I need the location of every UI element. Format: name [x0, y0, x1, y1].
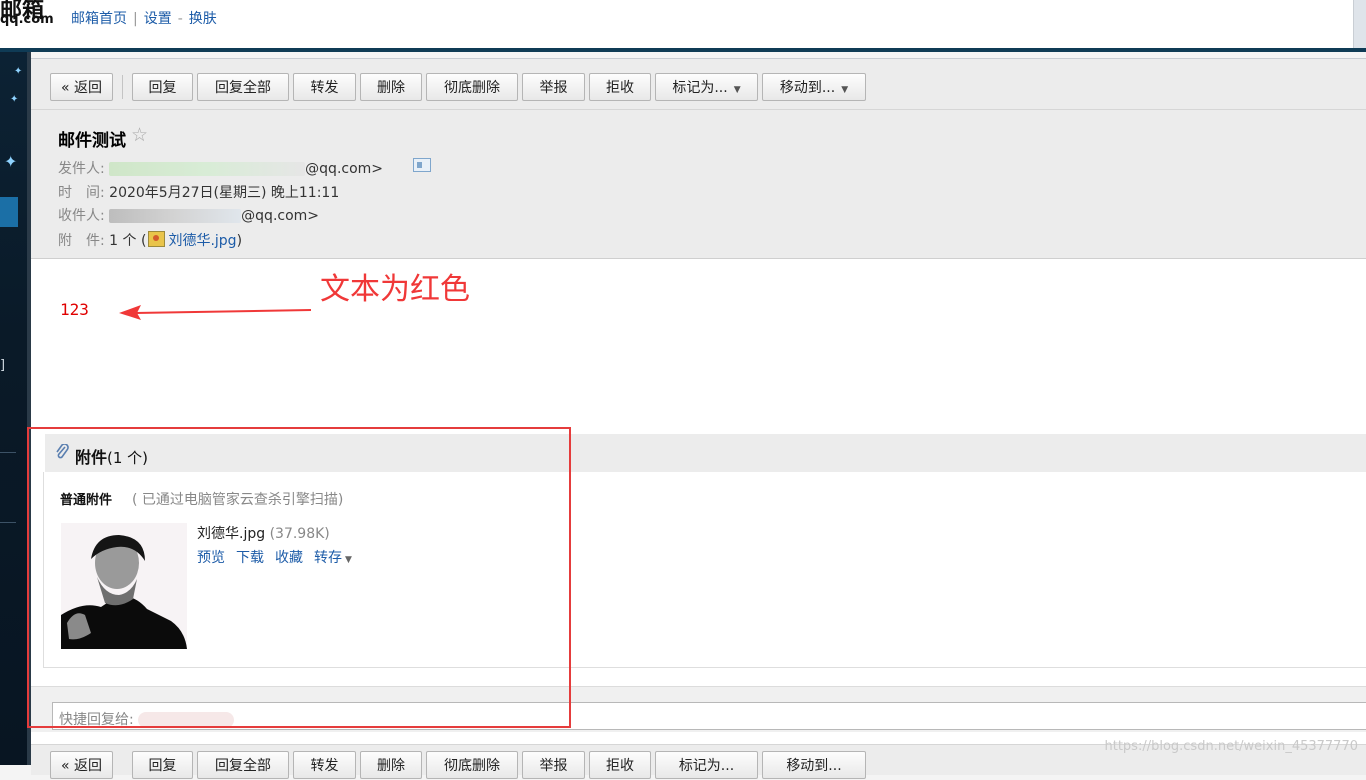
sidebar-divider — [0, 452, 16, 453]
attachment-file: 刘德华.jpg (37.98K) — [197, 523, 330, 543]
preview-link[interactable]: 预览 — [197, 550, 225, 566]
reply-all-button[interactable]: 回复全部 — [197, 73, 289, 101]
header-scrollbar[interactable] — [1353, 0, 1366, 48]
attachment-row: 附 件: 1 个 ( 刘德华.jpg) — [58, 230, 242, 250]
attachment-close-paren: ) — [236, 233, 243, 249]
forward-button[interactable]: 转发 — [293, 73, 356, 101]
report-button[interactable]: 举报 — [522, 73, 585, 101]
back-button[interactable]: « 返回 — [50, 73, 113, 101]
permanent-delete-button[interactable]: 彻底删除 — [426, 751, 518, 779]
reject-button[interactable]: 拒收 — [589, 751, 651, 779]
redacted-recipient — [109, 209, 242, 223]
mark-as-dropdown[interactable]: 标记为... — [655, 751, 758, 779]
forward-button[interactable]: 转发 — [293, 751, 356, 779]
attachments-title-text: 附件 — [75, 448, 108, 467]
mark-as-dropdown[interactable]: 标记为... ▼ — [655, 73, 758, 101]
dropdown-arrow-icon: ▼ — [841, 85, 849, 95]
recipient-row: 收件人: @qq.com> — [58, 205, 319, 225]
sender-label: 发件人: — [58, 161, 105, 177]
attachment-actions: 预览 下载 收藏 转存 ▼ — [197, 547, 363, 567]
portrait-image — [61, 523, 187, 649]
attachment-label: 附 件: — [58, 233, 105, 249]
annotation-label: 文本为红色 — [320, 272, 470, 307]
toolbar-separator — [122, 75, 123, 99]
star-icon[interactable]: ☆ — [131, 124, 148, 146]
favorite-link[interactable]: 收藏 — [275, 550, 303, 566]
recipient-address[interactable]: @qq.com> — [241, 208, 319, 224]
folder-sidebar: ✦ ✦ ✦ ] — [0, 52, 27, 765]
sidebar-divider — [0, 522, 16, 523]
sender-row: 发件人: @qq.com> — [58, 158, 383, 178]
dropdown-arrow-icon: ▼ — [733, 85, 741, 95]
delete-button[interactable]: 删除 — [360, 73, 422, 101]
mark-as-label: 标记为... — [672, 80, 728, 96]
image-file-icon — [148, 231, 166, 247]
time-label: 时 间: — [58, 185, 105, 201]
logo-domain: qq.com — [0, 12, 54, 27]
quick-reply-area: 快捷回复给: — [31, 686, 1366, 732]
sparkle-icon: ✦ — [14, 66, 23, 77]
attachments-panel: 普通附件 ( 已通过电脑管家云查杀引擎扫描) 刘德华.jpg (37.98K) … — [43, 472, 1366, 668]
recipient-label: 收件人: — [58, 208, 105, 224]
reply-all-button[interactable]: 回复全部 — [197, 751, 289, 779]
mail-view: « 返回 回复 回复全部 转发 删除 彻底删除 举报 拒收 标记为... ▼ 移动… — [31, 58, 1366, 779]
sender-address[interactable]: @qq.com> — [305, 161, 383, 177]
delete-button[interactable]: 删除 — [360, 751, 422, 779]
attachments-header: 附件(1 个) — [45, 434, 1366, 472]
attachment-thumbnail[interactable] — [61, 523, 187, 649]
sidebar-selected-folder[interactable] — [0, 197, 18, 227]
sparkle-icon: ✦ — [10, 94, 19, 105]
quick-reply-placeholder: 快捷回复给: — [59, 712, 134, 728]
reply-button[interactable]: 回复 — [132, 751, 193, 779]
attachment-file-size: (37.98K) — [269, 526, 330, 542]
header-links: 邮箱首页 | 设置 - 换肤 — [71, 11, 217, 27]
move-to-dropdown[interactable]: 移动到... — [762, 751, 866, 779]
sidebar-text-fragment: ] — [0, 358, 6, 373]
top-header: 邮箱 qq.com 邮箱首页 | 设置 - 换肤 — [0, 0, 1366, 50]
reply-button[interactable]: 回复 — [132, 73, 193, 101]
watermark: https://blog.csdn.net/weixin_45377770 — [1104, 739, 1358, 754]
redacted-reply-name — [138, 712, 235, 728]
mail-subject: 邮件测试 — [58, 131, 126, 151]
contact-card-icon[interactable] — [413, 158, 431, 172]
quick-reply-input[interactable]: 快捷回复给: — [52, 702, 1366, 730]
time-value: 2020年5月27日(星期三) 晚上11:11 — [109, 185, 340, 201]
mail-body-text: 123 — [60, 300, 89, 319]
virus-scan-note: ( 已通过电脑管家云查杀引擎扫描) — [132, 489, 343, 509]
permanent-delete-button[interactable]: 彻底删除 — [426, 73, 518, 101]
save-to-label: 转存 — [314, 550, 342, 566]
dropdown-arrow-icon: ▼ — [345, 555, 352, 565]
attachments-title: 附件(1 个) — [75, 444, 148, 468]
move-to-dropdown[interactable]: 移动到... ▼ — [762, 73, 866, 101]
annotation-arrow — [119, 305, 312, 320]
time-row: 时 间: 2020年5月27日(星期三) 晚上11:11 — [58, 182, 339, 202]
sparkle-icon: ✦ — [4, 152, 18, 171]
attachments-count: (1 个) — [107, 449, 149, 467]
attachment-count: 1 个 ( — [109, 233, 147, 249]
header-divider — [0, 48, 1366, 52]
report-button[interactable]: 举报 — [522, 751, 585, 779]
redacted-sender — [109, 162, 306, 176]
top-toolbar: « 返回 回复 回复全部 转发 删除 彻底删除 举报 拒收 标记为... ▼ 移动… — [31, 59, 1366, 110]
settings-link[interactable]: 设置 — [144, 11, 172, 27]
move-to-label: 移动到... — [779, 80, 836, 96]
mailbox-home-link[interactable]: 邮箱首页 — [71, 11, 127, 27]
attachment-link[interactable]: 刘德华.jpg — [168, 233, 236, 249]
attachment-type-label: 普通附件 — [60, 493, 113, 508]
back-button[interactable]: « 返回 — [50, 751, 113, 779]
download-link[interactable]: 下载 — [236, 550, 264, 566]
mail-header-info: 邮件测试 ☆ 发件人: @qq.com> 时 间: 2020年5月27日(星期三… — [31, 110, 1366, 259]
change-skin-link[interactable]: 换肤 — [189, 11, 217, 27]
save-to-dropdown[interactable]: 转存 ▼ — [314, 550, 363, 566]
scan-note-text: ( 已通过电脑管家云查杀引擎扫描) — [132, 492, 344, 508]
attachment-file-name[interactable]: 刘德华.jpg — [197, 526, 265, 542]
paperclip-icon — [56, 444, 69, 459]
reject-button[interactable]: 拒收 — [589, 73, 651, 101]
